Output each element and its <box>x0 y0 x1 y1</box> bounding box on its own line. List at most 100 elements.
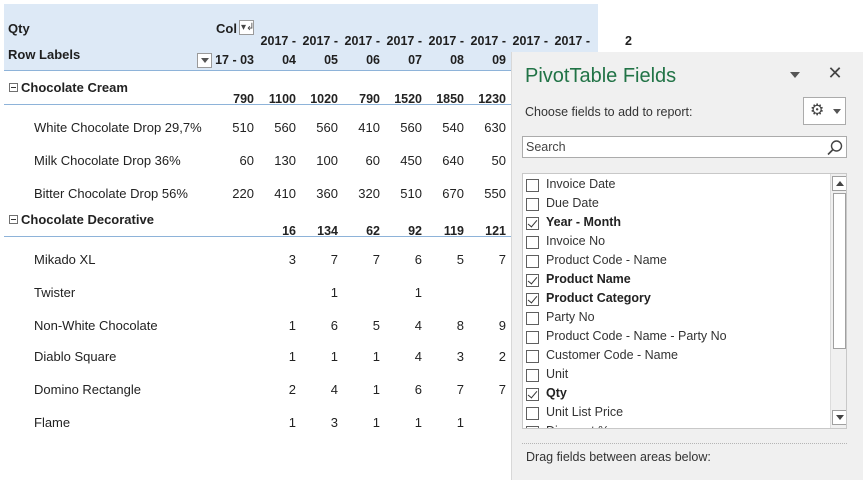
field-item[interactable]: Year - Month <box>526 214 826 233</box>
row-label[interactable]: White Chocolate Drop 29,7% <box>34 120 202 135</box>
field-item[interactable]: Unit <box>526 366 826 385</box>
value-cell[interactable]: 560 <box>254 120 296 135</box>
value-cell[interactable]: 1 <box>380 285 422 300</box>
field-checkbox[interactable] <box>526 388 539 401</box>
value-cell[interactable]: 560 <box>380 120 422 135</box>
row-label[interactable]: Bitter Chocolate Drop 56% <box>34 186 188 201</box>
value-cell[interactable]: 8 <box>422 318 464 333</box>
row-label[interactable]: Diablo Square <box>34 349 116 364</box>
field-checkbox[interactable] <box>526 217 539 230</box>
value-cell[interactable]: 360 <box>296 186 338 201</box>
field-checkbox[interactable] <box>526 407 539 420</box>
row-label[interactable]: Domino Rectangle <box>34 382 141 397</box>
row-label[interactable]: Flame <box>34 415 70 430</box>
collapse-icon[interactable] <box>9 215 18 224</box>
value-cell[interactable]: 1 <box>380 415 422 430</box>
field-checkbox[interactable] <box>526 274 539 287</box>
collapse-icon[interactable] <box>9 83 18 92</box>
search-icon[interactable] <box>826 139 844 157</box>
row-label[interactable]: Twister <box>34 285 75 300</box>
field-checkbox[interactable] <box>526 331 539 344</box>
value-cell[interactable]: 510 <box>212 120 254 135</box>
value-cell[interactable]: 1 <box>254 318 296 333</box>
value-cell[interactable]: 4 <box>380 349 422 364</box>
field-checkbox[interactable] <box>526 426 539 428</box>
field-item[interactable]: Party No <box>526 309 826 328</box>
row-label[interactable]: Non-White Chocolate <box>34 318 158 333</box>
value-cell[interactable]: 320 <box>338 186 380 201</box>
field-checkbox[interactable] <box>526 293 539 306</box>
value-cell[interactable]: 1 <box>338 349 380 364</box>
value-cell[interactable]: 6 <box>380 382 422 397</box>
value-cell[interactable]: 5 <box>422 252 464 267</box>
value-cell[interactable]: 2 <box>254 382 296 397</box>
value-cell[interactable]: 220 <box>212 186 254 201</box>
value-cell[interactable]: 1 <box>338 415 380 430</box>
value-cell[interactable]: 630 <box>464 120 506 135</box>
value-cell[interactable]: 7 <box>338 252 380 267</box>
pane-options-dropdown[interactable] <box>788 70 802 80</box>
close-pane-button[interactable]: ✕ <box>826 64 844 82</box>
value-cell[interactable]: 60 <box>212 153 254 168</box>
value-cell[interactable]: 7 <box>464 252 506 267</box>
field-search-box[interactable] <box>522 136 847 158</box>
value-cell[interactable]: 4 <box>380 318 422 333</box>
value-cell[interactable]: 100 <box>296 153 338 168</box>
value-cell[interactable]: 3 <box>254 252 296 267</box>
field-checkbox[interactable] <box>526 198 539 211</box>
value-cell[interactable]: 50 <box>464 153 506 168</box>
value-cell[interactable]: 9 <box>464 318 506 333</box>
value-cell[interactable]: 670 <box>422 186 464 201</box>
value-cell[interactable]: 1 <box>254 349 296 364</box>
tools-settings-button[interactable]: ⚙ <box>803 97 846 125</box>
value-cell[interactable]: 410 <box>338 120 380 135</box>
scroll-down-button[interactable] <box>832 410 846 425</box>
value-cell[interactable]: 7 <box>422 382 464 397</box>
value-cell[interactable]: 560 <box>296 120 338 135</box>
value-cell[interactable]: 1 <box>338 382 380 397</box>
value-cell[interactable]: 3 <box>422 349 464 364</box>
value-cell[interactable]: 510 <box>380 186 422 201</box>
value-cell[interactable]: 5 <box>338 318 380 333</box>
row-label[interactable]: Milk Chocolate Drop 36% <box>34 153 181 168</box>
value-cell[interactable]: 6 <box>296 318 338 333</box>
value-cell[interactable]: 1 <box>254 415 296 430</box>
field-list-scrollbar[interactable] <box>830 174 846 428</box>
field-item[interactable]: Discount % <box>526 423 826 428</box>
value-cell[interactable]: 2 <box>464 349 506 364</box>
value-cell[interactable]: 4 <box>296 382 338 397</box>
field-item[interactable]: Invoice Date <box>526 176 826 195</box>
column-labels-filter-button[interactable]: ▾↲ <box>239 20 254 35</box>
value-cell[interactable]: 60 <box>338 153 380 168</box>
field-checkbox[interactable] <box>526 179 539 192</box>
field-checkbox[interactable] <box>526 312 539 325</box>
field-checkbox[interactable] <box>526 350 539 363</box>
value-cell[interactable]: 550 <box>464 186 506 201</box>
field-item[interactable]: Product Code - Name - Party No <box>526 328 826 347</box>
field-item[interactable]: Due Date <box>526 195 826 214</box>
value-cell[interactable]: 7 <box>464 382 506 397</box>
field-search-input[interactable] <box>526 138 816 156</box>
value-cell[interactable]: 410 <box>254 186 296 201</box>
scroll-thumb[interactable] <box>833 193 846 349</box>
field-item[interactable]: Qty <box>526 385 826 404</box>
value-cell[interactable]: 1 <box>296 349 338 364</box>
field-item[interactable]: Invoice No <box>526 233 826 252</box>
field-item[interactable]: Customer Code - Name <box>526 347 826 366</box>
field-item[interactable]: Product Name <box>526 271 826 290</box>
value-cell[interactable]: 3 <box>296 415 338 430</box>
value-cell[interactable]: 130 <box>254 153 296 168</box>
field-item[interactable]: Product Category <box>526 290 826 309</box>
scroll-up-button[interactable] <box>832 176 846 191</box>
value-cell[interactable]: 450 <box>380 153 422 168</box>
value-cell[interactable]: 7 <box>296 252 338 267</box>
field-item[interactable]: Unit List Price <box>526 404 826 423</box>
field-checkbox[interactable] <box>526 369 539 382</box>
field-item[interactable]: Product Code - Name <box>526 252 826 271</box>
value-cell[interactable]: 640 <box>422 153 464 168</box>
value-cell[interactable]: 1 <box>296 285 338 300</box>
field-checkbox[interactable] <box>526 236 539 249</box>
value-cell[interactable]: 1 <box>422 415 464 430</box>
row-label[interactable]: Mikado XL <box>34 252 95 267</box>
value-cell[interactable]: 540 <box>422 120 464 135</box>
